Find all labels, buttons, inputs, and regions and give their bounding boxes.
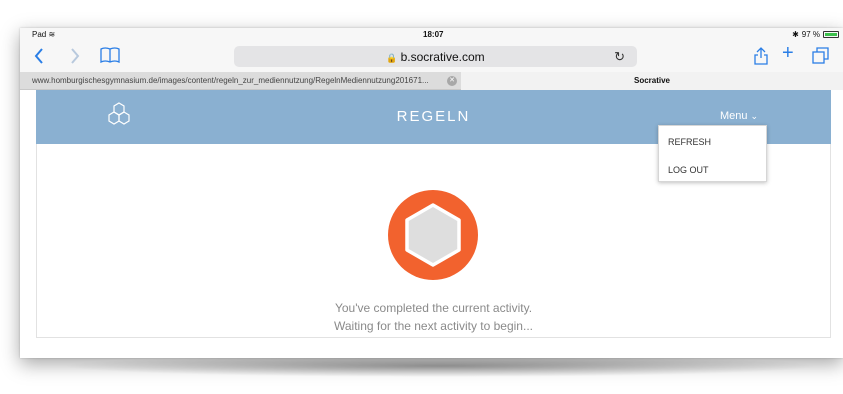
forward-icon[interactable] <box>70 48 80 68</box>
menu-dropdown: REFRESH LOG OUT <box>658 125 767 182</box>
browser-toolbar: 🔒 b.socrative.com ↻ + <box>20 42 843 72</box>
lock-icon: 🔒 <box>386 53 398 63</box>
tabs-icon[interactable] <box>812 47 829 68</box>
tab-socrative[interactable]: Socrative <box>461 72 843 90</box>
device-name: Pad <box>32 30 47 39</box>
logout-menu-item[interactable]: LOG OUT <box>668 165 709 175</box>
menu-button[interactable]: Menu ⌄ <box>720 110 758 122</box>
bookmarks-icon[interactable] <box>100 47 120 67</box>
new-tab-icon[interactable]: + <box>782 43 794 63</box>
reload-icon[interactable]: ↻ <box>614 49 625 65</box>
screenshot-frame: Pad ≋ 18:07 ✱ 97 % 🔒 b.socrative.com ↻ +… <box>20 28 843 358</box>
status-bar: Pad ≋ 18:07 ✱ 97 % <box>20 28 843 42</box>
status-time: 18:07 <box>423 30 444 39</box>
menu-label: Menu <box>720 110 748 122</box>
address-bar[interactable]: 🔒 b.socrative.com ↻ <box>234 46 637 67</box>
bluetooth-icon: ✱ <box>792 30 799 39</box>
hexagon-badge-icon <box>388 190 478 280</box>
tab-mediennutzung[interactable]: www.homburgischesgymnasium.de/images/con… <box>20 72 440 90</box>
tab-strip: www.homburgischesgymnasium.de/images/con… <box>20 72 843 90</box>
status-right: ✱ 97 % <box>792 30 839 39</box>
completion-message: You've completed the current activity. <box>334 301 533 315</box>
close-tab-icon[interactable]: ✕ <box>447 76 457 86</box>
waiting-message: Waiting for the next activity to begin..… <box>334 319 533 333</box>
status-device: Pad ≋ <box>32 30 55 39</box>
page-shadow <box>60 355 820 377</box>
share-icon[interactable] <box>754 47 768 69</box>
page-title: REGELN <box>396 108 471 125</box>
back-icon[interactable] <box>34 48 44 68</box>
wifi-icon: ≋ <box>48 30 56 39</box>
refresh-menu-item[interactable]: REFRESH <box>668 137 711 147</box>
battery-icon <box>823 31 839 38</box>
battery-percent: 97 % <box>801 30 820 39</box>
address-text: 🔒 b.socrative.com <box>234 50 637 64</box>
url-text: b.socrative.com <box>400 50 485 64</box>
chevron-down-icon: ⌄ <box>750 111 759 121</box>
